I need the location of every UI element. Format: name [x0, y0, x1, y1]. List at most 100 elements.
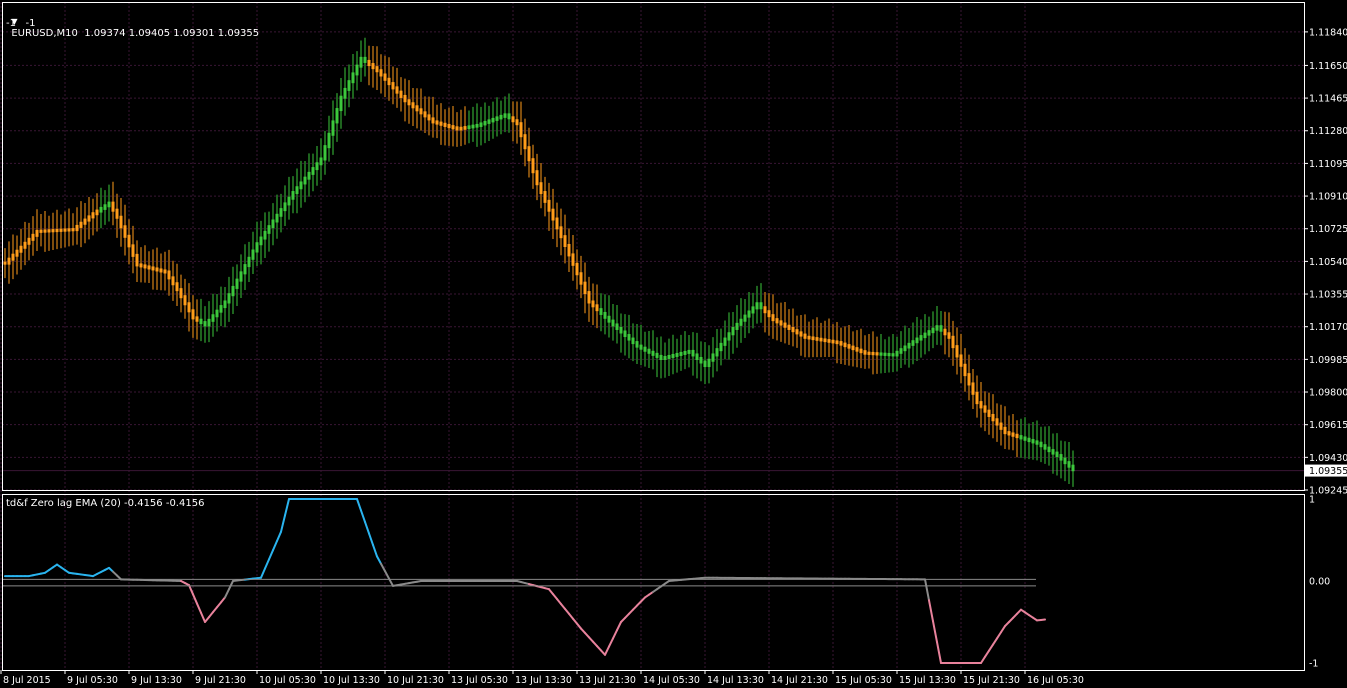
candle-body — [299, 181, 303, 190]
candle-body — [19, 245, 23, 253]
candle-body — [551, 208, 555, 221]
candles — [3, 37, 1075, 487]
candle-body — [35, 229, 39, 237]
candle-body — [979, 401, 983, 409]
candle-body — [67, 228, 71, 232]
candle-body — [995, 418, 999, 426]
candle-body — [911, 340, 915, 346]
x-tick-label: 14 Jul 21:30 — [771, 675, 828, 686]
candle-body — [1007, 431, 1011, 436]
x-tick-label: 10 Jul 13:30 — [323, 675, 380, 686]
candle-body — [271, 219, 275, 229]
candle-body — [455, 126, 459, 131]
candle-body — [1051, 449, 1055, 455]
symbol-header[interactable]: ▼ EURUSD,M10 1.09374 1.09405 1.09301 1.0… — [5, 4, 259, 40]
candle-body — [663, 355, 667, 360]
candle-body — [123, 225, 127, 238]
candle-body — [283, 202, 287, 212]
candle-body — [231, 285, 235, 297]
indicator-segment — [356, 498, 362, 512]
candle-body — [1031, 439, 1035, 444]
candle-body — [115, 208, 119, 219]
candle-body — [79, 221, 83, 228]
candle-body — [347, 80, 351, 91]
price-tick-label: 1.09800 — [1309, 388, 1347, 399]
candle-body — [699, 356, 703, 364]
candle-body — [475, 123, 479, 128]
candle-body — [63, 228, 67, 232]
candle-body — [523, 134, 527, 150]
x-tick-label: 13 Jul 13:30 — [515, 675, 572, 686]
candle-body — [439, 121, 443, 126]
indicator-tick-label: -1 — [1309, 659, 1318, 670]
candle-body — [147, 265, 151, 270]
candle-body — [395, 86, 399, 94]
candle-body — [771, 314, 775, 322]
candle-body — [547, 199, 551, 212]
candle-body — [791, 326, 795, 333]
main-panel-frame — [2, 2, 1305, 491]
candle-body — [623, 330, 627, 338]
indicator-segment — [200, 611, 206, 623]
price-tick-label: 1.11280 — [1309, 126, 1347, 137]
candle-body — [691, 349, 695, 357]
candle-body — [39, 229, 43, 233]
x-tick-label: 15 Jul 05:30 — [835, 675, 892, 686]
candle-body — [267, 225, 271, 234]
chart-canvas[interactable]: 1.11840 1.11650 1.11465 1.11280 1.11095 1.109… — [0, 0, 1347, 688]
candle-body — [155, 267, 159, 272]
candle-body — [1027, 437, 1031, 443]
candle-body — [327, 132, 331, 149]
price-tick-label: 1.11650 — [1309, 61, 1347, 72]
header-sub: -1 -1 — [6, 18, 36, 29]
indicator-segment — [1000, 625, 1006, 634]
candle-body — [307, 171, 311, 180]
indicator-segment — [260, 567, 266, 579]
candle-body — [703, 360, 707, 368]
candle-body — [1039, 441, 1043, 448]
candle-body — [763, 306, 767, 314]
x-tick-label: 15 Jul 13:30 — [899, 675, 956, 686]
candle-body — [163, 269, 167, 274]
indicator-segment — [188, 584, 194, 596]
candle-body — [511, 116, 515, 123]
candle-body — [775, 318, 779, 324]
candle-body — [767, 310, 771, 318]
candle-body — [583, 281, 587, 295]
candle-body — [191, 309, 195, 320]
x-tick-label: 16 Jul 05:30 — [1027, 675, 1084, 686]
candle-body — [883, 352, 887, 356]
x-tick-label: 15 Jul 21:30 — [963, 675, 1020, 686]
candle-body — [279, 208, 283, 217]
candle-body — [303, 176, 307, 185]
candle-body — [151, 266, 155, 271]
candle-body — [391, 82, 395, 90]
indicator-segment — [224, 588, 230, 599]
candle-body — [515, 119, 519, 126]
candle-body — [1011, 432, 1015, 437]
indicator-segment — [616, 621, 622, 632]
candle-body — [459, 126, 463, 131]
indicator-segment — [928, 599, 934, 623]
candle-body — [295, 186, 299, 195]
candle-body — [535, 170, 539, 186]
candle-body — [331, 120, 335, 136]
candle-body — [187, 302, 191, 313]
candle-body — [495, 116, 499, 121]
candle-body — [935, 325, 939, 331]
candle-body — [171, 276, 175, 286]
candle-body — [471, 124, 475, 129]
candle-body — [1003, 426, 1007, 435]
candle-body — [3, 261, 7, 265]
candle-body — [711, 353, 715, 362]
candle-body — [27, 237, 31, 245]
candle-body — [947, 332, 951, 339]
candle-body — [339, 95, 343, 112]
candle-body — [803, 333, 807, 339]
candle-body — [863, 350, 867, 355]
candle-body — [359, 56, 363, 68]
price-tick-label: 1.09985 — [1309, 355, 1347, 366]
x-tick-label: 9 Jul 13:30 — [131, 675, 182, 686]
x-tick-label: 14 Jul 13:30 — [707, 675, 764, 686]
candle-body — [635, 341, 639, 348]
